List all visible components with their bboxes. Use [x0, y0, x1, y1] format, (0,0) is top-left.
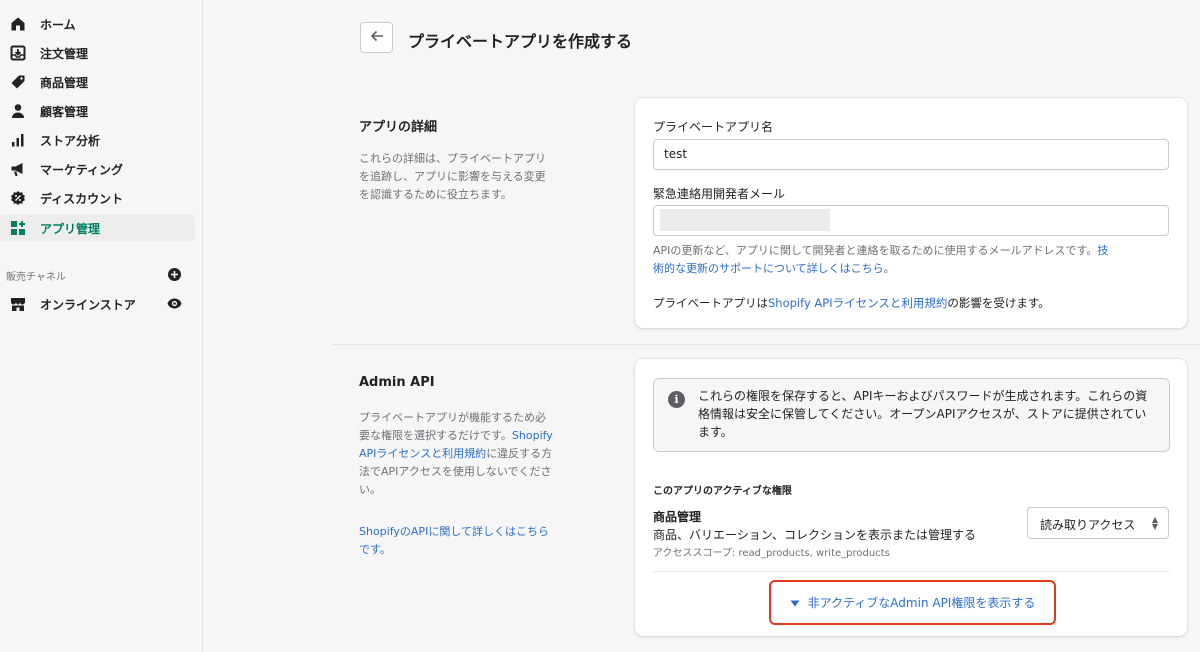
sidebar-item-label: マーケティング — [40, 163, 124, 177]
technical-updates-link[interactable]: 技 — [1097, 244, 1108, 257]
app-details-description: これらの詳細は、プライベートアプリ を追跡し、アプリに影響を与える変更 を認識す… — [359, 152, 546, 201]
arrow-left-icon — [370, 30, 384, 45]
permission-scope: アクセススコープ: read_products, write_products — [653, 548, 890, 559]
analytics-icon — [10, 132, 26, 148]
sidebar-item-apps[interactable]: アプリ管理 — [0, 214, 195, 241]
active-permissions-heading: このアプリのアクティブな権限 — [653, 486, 792, 497]
add-channel-plus-icon[interactable] — [168, 268, 181, 281]
select-caret-icon: ▲ ▼ — [1151, 515, 1158, 531]
sidebar-item-label: 顧客管理 — [40, 105, 89, 119]
apps-icon — [10, 220, 26, 236]
store-icon — [10, 296, 26, 312]
eye-icon[interactable] — [167, 297, 182, 310]
sidebar-item-label: 商品管理 — [40, 76, 89, 90]
terms-text: プライベートアプリはShopify APIライセンスと利用規約の影響を受けます。 — [653, 296, 1050, 310]
shopify-terms-link[interactable]: Shopify — [512, 429, 553, 442]
sidebar-item-discounts[interactable]: ディスカウント — [0, 184, 195, 211]
sidebar-item-label: アプリ管理 — [40, 222, 101, 236]
sales-channels-heading: 販売チャネル — [6, 272, 66, 283]
credentials-info-banner: i これらの権限を保存すると、APIキーおよびパスワードが生成されます。これらの… — [653, 378, 1170, 452]
api-learn-more-link[interactable]: ShopifyのAPIに関して詳しくはこちら です。 — [359, 523, 599, 559]
orders-icon — [10, 45, 26, 61]
info-icon: i — [668, 391, 685, 408]
show-inactive-permissions-button[interactable]: 非アクティブなAdmin API権限を表示する — [769, 580, 1056, 625]
sidebar-item-online-store[interactable]: オンラインストア — [0, 290, 195, 317]
page-title: プライベートアプリを作成する — [408, 32, 633, 51]
app-details-title: アプリの詳細 — [359, 120, 438, 135]
sidebar-item-label: ストア分析 — [40, 134, 101, 148]
sidebar-item-products[interactable]: 商品管理 — [0, 68, 195, 95]
sidebar-item-analytics[interactable]: ストア分析 — [0, 126, 195, 153]
sidebar: ホーム 注文管理 商品管理 顧客管理 ストア分析 マーケティング ディスカウント… — [0, 0, 203, 652]
shopify-terms-link[interactable]: APIライセンスと利用規約 — [359, 447, 486, 460]
sidebar-item-label: ディスカウント — [40, 192, 124, 206]
technical-updates-link[interactable]: 術的な更新のサポートについて詳しくはこちら — [653, 262, 884, 275]
sidebar-item-home[interactable]: ホーム — [0, 10, 195, 37]
sidebar-item-label: オンラインストア — [40, 298, 136, 312]
app-name-input[interactable]: test — [653, 139, 1169, 170]
redacted-email-value — [660, 209, 830, 231]
show-inactive-label: 非アクティブなAdmin API権限を表示する — [807, 596, 1036, 610]
sidebar-item-label: ホーム — [40, 18, 76, 32]
permissions-divider — [653, 571, 1169, 572]
megaphone-icon — [10, 161, 26, 177]
discount-icon — [10, 190, 26, 206]
permission-name: 商品管理 — [653, 510, 702, 524]
tag-icon — [10, 74, 26, 90]
back-button[interactable] — [360, 22, 393, 53]
section-divider — [332, 344, 1200, 345]
select-value: 読み取りアクセス — [1040, 518, 1136, 532]
admin-api-title: Admin API — [359, 375, 435, 390]
home-icon — [10, 16, 26, 32]
permission-access-select[interactable]: 読み取りアクセス ▲ ▼ — [1027, 507, 1169, 539]
developer-email-label: 緊急連絡用開発者メール — [653, 187, 786, 201]
api-terms-link[interactable]: Shopify APIライセンスと利用規約 — [768, 296, 947, 310]
app-name-label: プライベートアプリ名 — [653, 120, 774, 134]
developer-email-input[interactable] — [653, 205, 1169, 236]
admin-api-description: プライベートアプリが機能するため必 要な権限を選択するだけです。Shopify … — [359, 411, 553, 496]
sidebar-item-label: 注文管理 — [40, 47, 89, 61]
sidebar-item-customers[interactable]: 顧客管理 — [0, 97, 195, 124]
sidebar-item-marketing[interactable]: マーケティング — [0, 155, 195, 182]
banner-text: これらの権限を保存すると、APIキーおよびパスワードが生成されます。これらの資格… — [698, 389, 1148, 439]
email-help-text: APIの更新など、アプリに関して開発者と連絡を取るために使用するメールアドレスで… — [653, 244, 1109, 275]
sidebar-item-orders[interactable]: 注文管理 — [0, 39, 195, 66]
customer-icon — [10, 103, 26, 119]
permission-description: 商品、バリエーション、コレクションを表示または管理する — [653, 528, 977, 542]
caret-down-icon — [790, 596, 800, 610]
